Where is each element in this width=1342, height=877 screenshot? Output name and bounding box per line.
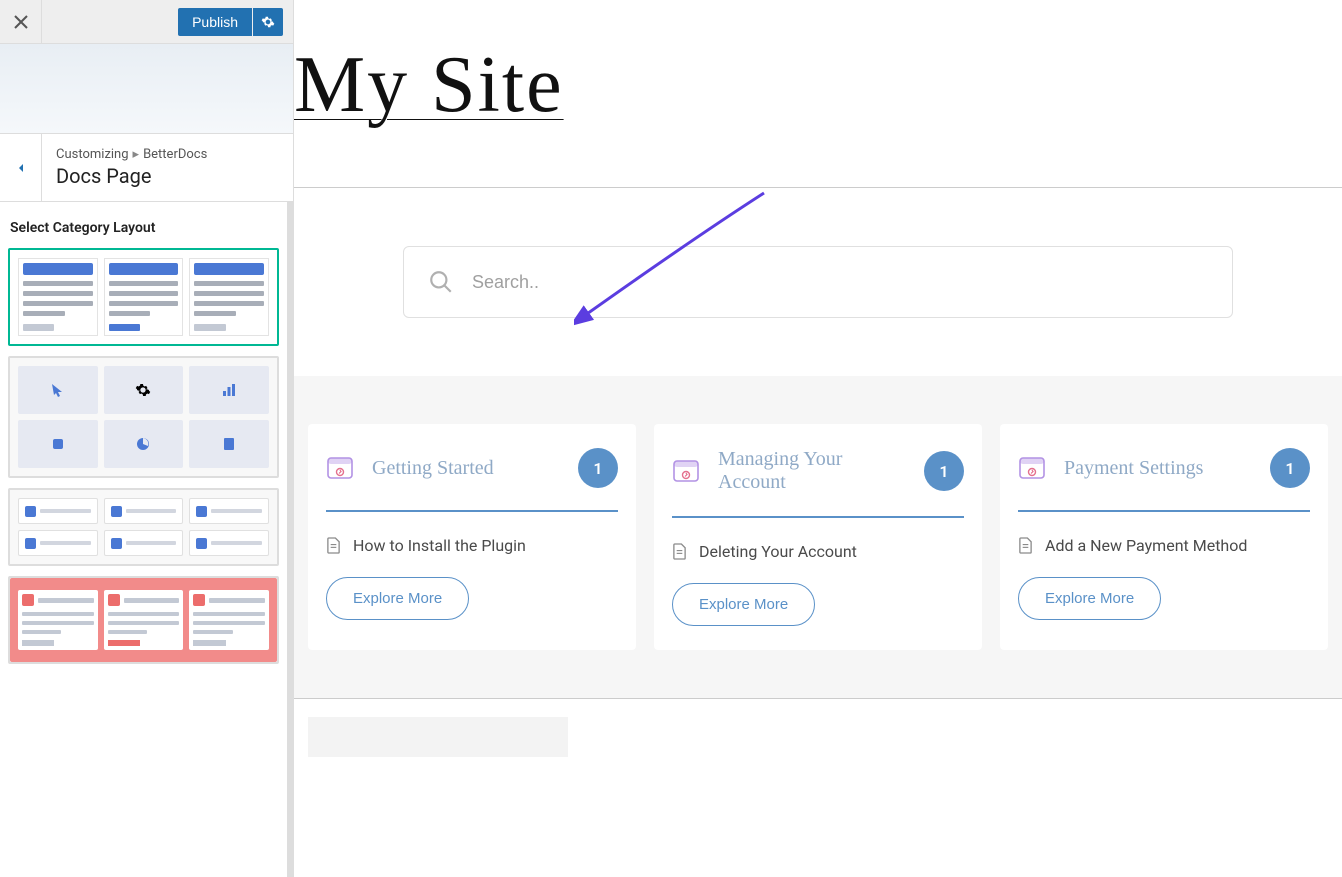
doc-icon bbox=[326, 537, 341, 554]
category-card: Payment Settings 1 Add a New Payment Met… bbox=[1000, 424, 1328, 650]
docs-grid: Getting Started 1 How to Install the Plu… bbox=[294, 376, 1342, 698]
explore-more-button[interactable]: Explore More bbox=[672, 583, 815, 626]
category-title[interactable]: Payment Settings bbox=[1064, 457, 1252, 480]
search-bar[interactable] bbox=[403, 246, 1233, 318]
category-icon bbox=[326, 454, 354, 482]
explore-more-button[interactable]: Explore More bbox=[1018, 577, 1161, 620]
footer-placeholder bbox=[308, 717, 568, 757]
breadcrumb-path: Customizing▸BetterDocs bbox=[56, 147, 207, 162]
search-icon bbox=[428, 269, 454, 295]
preview-pane: My Site Getting Started 1 How to Install… bbox=[294, 0, 1342, 877]
publish-button[interactable]: Publish bbox=[178, 8, 252, 36]
panel-body[interactable]: Select Category Layout bbox=[0, 202, 293, 877]
page-title: My Site bbox=[294, 40, 1342, 131]
doc-icon bbox=[672, 543, 687, 560]
search-input[interactable] bbox=[472, 272, 1208, 293]
category-icon bbox=[1018, 454, 1046, 482]
layout-option-3[interactable] bbox=[8, 488, 279, 566]
back-button[interactable] bbox=[0, 134, 42, 201]
article-item[interactable]: How to Install the Plugin bbox=[326, 536, 618, 555]
category-icon bbox=[672, 457, 700, 485]
breadcrumb: Customizing▸BetterDocs Docs Page bbox=[0, 134, 293, 202]
chevron-left-icon bbox=[13, 160, 29, 176]
divider bbox=[294, 698, 1342, 699]
section-label: Select Category Layout bbox=[0, 202, 287, 248]
layout-option-2[interactable] bbox=[8, 356, 279, 478]
article-count-badge: 1 bbox=[578, 448, 618, 488]
layout-option-1[interactable] bbox=[8, 248, 279, 346]
explore-more-button[interactable]: Explore More bbox=[326, 577, 469, 620]
search-section bbox=[294, 188, 1342, 376]
article-count-badge: 1 bbox=[924, 451, 964, 491]
close-button[interactable] bbox=[0, 0, 42, 43]
article-item[interactable]: Add a New Payment Method bbox=[1018, 536, 1310, 555]
close-icon bbox=[14, 15, 28, 29]
category-card: Getting Started 1 How to Install the Plu… bbox=[308, 424, 636, 650]
site-info-placeholder bbox=[0, 44, 293, 134]
breadcrumb-title: Docs Page bbox=[56, 164, 207, 188]
category-title[interactable]: Getting Started bbox=[372, 457, 560, 480]
article-item[interactable]: Deleting Your Account bbox=[672, 542, 964, 561]
layout-option-4[interactable] bbox=[8, 576, 279, 664]
category-title[interactable]: Managing Your Account bbox=[718, 448, 906, 494]
gear-icon bbox=[261, 15, 275, 29]
topbar: Publish bbox=[0, 0, 293, 44]
customizer-sidebar: Publish Customizing▸BetterDocs Docs Page… bbox=[0, 0, 294, 877]
publish-settings-button[interactable] bbox=[253, 8, 283, 36]
doc-icon bbox=[1018, 537, 1033, 554]
article-count-badge: 1 bbox=[1270, 448, 1310, 488]
category-card: Managing Your Account 1 Deleting Your Ac… bbox=[654, 424, 982, 650]
